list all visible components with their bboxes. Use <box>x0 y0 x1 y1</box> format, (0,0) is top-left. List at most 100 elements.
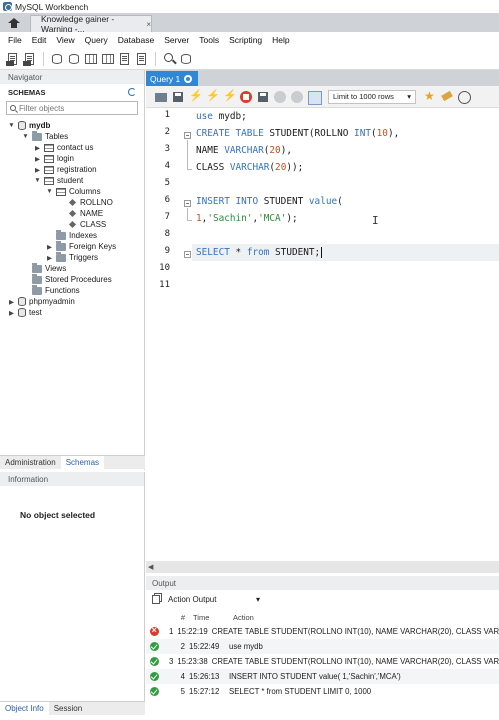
expand-icon[interactable]: ▶ <box>34 155 41 163</box>
chevron-down-icon: ▾ <box>407 92 411 101</box>
commit-icon[interactable] <box>273 90 287 104</box>
tree-item-schema[interactable]: ▶ phpmyadmin <box>8 296 75 307</box>
query-tab[interactable]: Query 1 <box>146 71 198 86</box>
search-table-data-button[interactable] <box>162 52 176 66</box>
menu-tools[interactable]: Tools <box>194 35 224 45</box>
column-header[interactable]: Action <box>233 613 254 622</box>
menu-view[interactable]: View <box>51 35 79 45</box>
fold-toggle-icon[interactable] <box>184 251 191 258</box>
autocommit-toggle-icon[interactable] <box>307 90 322 105</box>
create-function-button[interactable] <box>135 52 149 66</box>
fold-toggle-icon[interactable] <box>184 132 191 139</box>
create-table-button[interactable] <box>84 52 98 66</box>
table-row[interactable]: 1 15:22:19 CREATE TABLE STUDENT(ROLLNO I… <box>146 624 499 639</box>
output-panel: Output Action Output ▾ # Time Action 1 1… <box>146 576 499 720</box>
filter-objects-input[interactable] <box>19 103 129 113</box>
tree-item-tables[interactable]: ▼ Tables <box>22 130 68 142</box>
tree-item-table[interactable]: ▼ student <box>34 175 83 186</box>
menu-scripting[interactable]: Scripting <box>224 35 267 45</box>
collapse-icon[interactable]: ▼ <box>8 122 15 129</box>
title-bar: MySQL Workbench <box>0 0 499 13</box>
open-sql-script-button[interactable] <box>23 52 37 66</box>
scroll-left-icon[interactable]: ◀ <box>148 563 153 571</box>
fold-toggle-icon[interactable] <box>184 200 191 207</box>
home-tab[interactable] <box>0 13 28 32</box>
table-row[interactable]: 2 15:22:49 use mydb <box>146 639 499 654</box>
collapse-icon[interactable]: ▼ <box>22 133 29 140</box>
inspector-button[interactable] <box>50 52 64 66</box>
expand-icon[interactable]: ▶ <box>46 243 53 251</box>
expand-icon[interactable]: ▶ <box>46 254 53 262</box>
close-tab-icon[interactable]: × <box>146 20 151 29</box>
toggle-error-icon[interactable] <box>256 90 270 104</box>
tree-item-column[interactable]: NAME <box>68 208 103 219</box>
rollback-icon[interactable] <box>290 90 304 104</box>
new-sql-tab-button[interactable] <box>6 52 20 66</box>
expand-icon[interactable]: ▶ <box>34 166 41 174</box>
toolbar-divider <box>155 51 156 66</box>
create-schema-button[interactable] <box>67 52 81 66</box>
column-header[interactable]: # <box>169 613 185 622</box>
tab-object-info[interactable]: Object Info <box>0 701 49 716</box>
connection-tab[interactable]: Knowledge gainer - Warning -... × <box>30 14 152 34</box>
beautify-icon[interactable] <box>440 90 454 104</box>
limit-rows-select[interactable]: Limit to 1000 rows ▾ <box>328 89 416 104</box>
execute-current-icon[interactable] <box>205 89 220 104</box>
reconnect-button[interactable] <box>179 52 193 66</box>
menu-server[interactable]: Server <box>159 35 194 45</box>
find-icon[interactable] <box>457 90 471 104</box>
create-view-button[interactable] <box>101 52 115 66</box>
sql-badge-icon <box>6 60 14 66</box>
code-token: ); <box>286 213 298 224</box>
table-row[interactable]: 5 15:27:12 SELECT * from STUDENT LIMIT 0… <box>146 684 499 699</box>
limit-rows-value: Limit to 1000 rows <box>333 92 394 101</box>
expand-icon[interactable]: ▶ <box>34 144 41 152</box>
stop-icon[interactable] <box>239 90 253 104</box>
tree-item-table[interactable]: ▶ registration <box>34 164 97 175</box>
table-row[interactable]: 3 15:23:38 CREATE TABLE STUDENT(ROLLNO I… <box>146 654 499 669</box>
column-header[interactable]: Time <box>193 613 229 622</box>
tab-administration[interactable]: Administration <box>0 456 61 470</box>
output-type-select[interactable]: Action Output ▾ <box>164 593 264 606</box>
tree-item-schema[interactable]: ▶ test <box>8 307 42 318</box>
menu-edit[interactable]: Edit <box>27 35 52 45</box>
menu-database[interactable]: Database <box>113 35 159 45</box>
editor-horizontal-scrollbar[interactable]: ◀ <box>146 561 499 573</box>
code-editor[interactable]: 1 2 3 4 5 6 7 8 9 10 11 use mydb; CREATE… <box>146 108 499 578</box>
table-row[interactable]: 4 15:26:13 INSERT INTO STUDENT value( 1,… <box>146 669 499 684</box>
open-folder-icon[interactable] <box>154 90 168 104</box>
tree-item-indexes[interactable]: Indexes <box>56 229 97 241</box>
execute-icon[interactable] <box>188 89 203 104</box>
bookmark-star-icon[interactable] <box>423 89 437 104</box>
row-time: 15:23:38 <box>177 657 208 666</box>
collapse-icon[interactable]: ▼ <box>34 177 41 184</box>
explain-icon[interactable] <box>222 89 237 104</box>
row-time: 15:26:13 <box>189 672 220 681</box>
copy-icon[interactable] <box>152 594 160 604</box>
collapse-icon[interactable]: ▼ <box>46 188 53 195</box>
tree-item-mydb[interactable]: ▼ mydb <box>8 120 50 131</box>
tree-item-columns[interactable]: ▼ Columns <box>46 186 100 197</box>
refresh-icon[interactable] <box>128 88 136 96</box>
menu-query[interactable]: Query <box>80 35 113 45</box>
menu-file[interactable]: File <box>3 35 27 45</box>
tree-item-column[interactable]: CLASS <box>68 219 106 230</box>
tree-item-triggers[interactable]: ▶ Triggers <box>46 251 98 263</box>
save-icon[interactable] <box>171 90 185 104</box>
folder-icon <box>32 273 42 284</box>
tab-session[interactable]: Session <box>49 702 87 716</box>
expand-icon[interactable]: ▶ <box>8 298 15 306</box>
tree-item-functions[interactable]: Functions <box>32 284 80 296</box>
create-procedure-button[interactable] <box>118 52 132 66</box>
tree-item-column[interactable]: ROLLNO <box>68 197 113 208</box>
menu-help[interactable]: Help <box>267 35 294 45</box>
tree-item-views[interactable]: Views <box>32 262 66 274</box>
tab-schemas[interactable]: Schemas <box>60 455 105 470</box>
close-tab-icon[interactable] <box>184 74 193 83</box>
expand-icon[interactable]: ▶ <box>8 309 15 317</box>
tree-item-stored-procedures[interactable]: Stored Procedures <box>32 273 112 285</box>
tree-item-table[interactable]: ▶ contact us <box>34 142 93 153</box>
tree-item-table[interactable]: ▶ login <box>34 153 74 164</box>
filter-objects-field[interactable] <box>6 101 138 115</box>
tree-item-foreign-keys[interactable]: ▶ Foreign Keys <box>46 240 116 252</box>
